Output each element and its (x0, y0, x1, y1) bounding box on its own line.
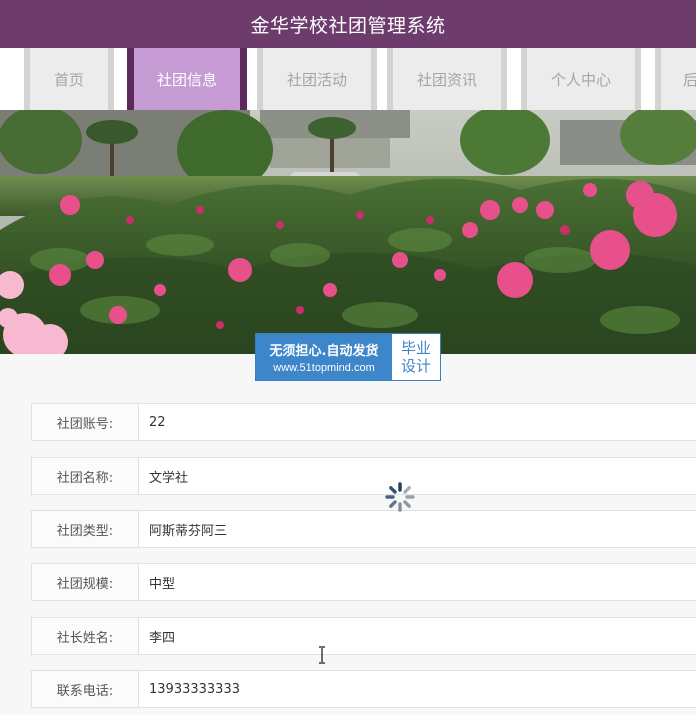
nav-item-label: 后 (683, 70, 696, 89)
form-row-club-type: 社团类型: (31, 510, 696, 548)
nav-item-club-activities[interactable]: 社团活动 (257, 48, 377, 110)
nav-item-label: 社团信息 (156, 70, 217, 89)
nav-item-label: 社团活动 (286, 70, 347, 89)
watermark-tag: 毕业 设计 (392, 334, 440, 380)
nav-item-backend[interactable]: 后 (655, 48, 696, 110)
nav-item-club-info[interactable]: 社团信息 (127, 48, 247, 110)
text-cursor-icon (319, 646, 325, 664)
app-title: 金华学校社团管理系统 (250, 14, 446, 37)
nav-item-club-news[interactable]: 社团资讯 (387, 48, 507, 110)
club-account-field[interactable] (139, 404, 696, 440)
main-nav: 首页 社团信息 社团活动 社团资讯 个人中心 后 (0, 48, 696, 110)
nav-item-label: 社团资讯 (416, 70, 477, 89)
watermark-badge: 无须担心.自动发货 www.51topmind.com 毕业 设计 (256, 334, 440, 380)
loading-spinner-icon (385, 482, 415, 512)
watermark-tag-line2: 设计 (400, 357, 431, 375)
form-label: 联系电话: (32, 671, 139, 707)
watermark-slogan: 无须担心.自动发货 (269, 344, 379, 359)
nav-item-label: 首页 (53, 70, 84, 89)
form-row-club-size: 社团规模: (31, 563, 696, 601)
watermark-main: 无须担心.自动发货 www.51topmind.com (256, 334, 392, 380)
nav-item-label: 个人中心 (550, 70, 611, 89)
form-row-president-name: 社长姓名: (31, 617, 696, 655)
form-row-contact-phone: 联系电话: (31, 670, 696, 708)
watermark-url: www.51topmind.com (273, 362, 375, 374)
form-row-club-name: 社团名称: (31, 457, 696, 495)
form-label: 社团规模: (32, 564, 139, 600)
club-size-field[interactable] (139, 564, 696, 600)
club-name-field[interactable] (139, 458, 696, 494)
form-label: 社团类型: (32, 511, 139, 547)
form-label: 社长姓名: (32, 618, 139, 654)
club-type-field[interactable] (139, 511, 696, 547)
banner-image (0, 110, 696, 354)
contact-phone-field[interactable] (139, 671, 696, 707)
form-label: 社团账号: (32, 404, 139, 440)
watermark-tag-line1: 毕业 (400, 339, 431, 357)
app-header: 金华学校社团管理系统 (0, 0, 696, 48)
president-name-field[interactable] (139, 618, 696, 654)
form-row-club-account: 社团账号: (31, 403, 696, 441)
peony-garden-photo (0, 110, 696, 354)
form-label: 社团名称: (32, 458, 139, 494)
nav-item-home[interactable]: 首页 (24, 48, 114, 110)
nav-item-personal-center[interactable]: 个人中心 (521, 48, 641, 110)
